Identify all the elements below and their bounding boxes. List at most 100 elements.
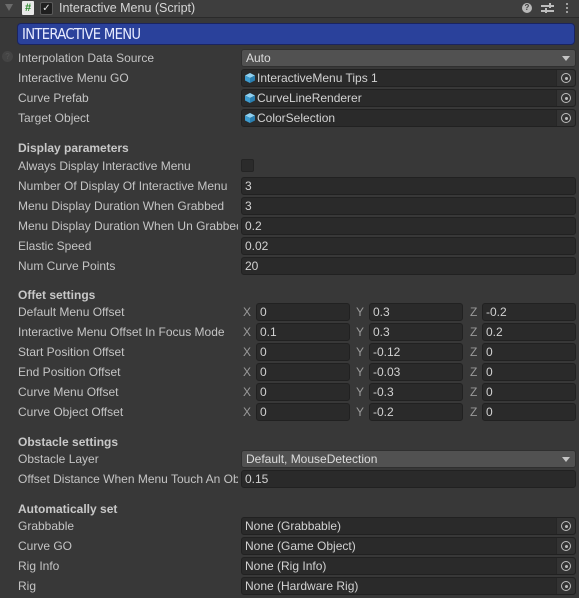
z-input[interactable]: 0 <box>482 403 576 421</box>
object-picker-button[interactable] <box>556 538 575 554</box>
object-picker-button[interactable] <box>556 90 575 106</box>
axis-label-z: Z <box>470 405 478 419</box>
curve-go-field[interactable]: None (Game Object) <box>241 537 576 555</box>
vector3-row: Default Menu Offset X 0 Y 0.3 Z -0.2 <box>0 303 579 321</box>
input-value: 3 <box>245 179 252 193</box>
object-picker-button[interactable] <box>556 110 575 126</box>
input-value: 3 <box>245 199 252 213</box>
input-value: 0.15 <box>245 472 269 486</box>
vector3-row: End Position Offset X 0 Y -0.03 Z 0 <box>0 363 579 381</box>
offset-distance-input[interactable]: 0.15 <box>241 470 576 488</box>
y-input[interactable]: -0.2 <box>369 403 463 421</box>
input-value: 0 <box>260 305 267 319</box>
context-menu-icon[interactable] <box>566 2 569 14</box>
num-curve-points-input[interactable]: 20 <box>241 257 576 275</box>
x-input[interactable]: 0 <box>256 343 350 361</box>
z-input[interactable]: 0.2 <box>482 323 576 341</box>
dropdown-value: Auto <box>246 51 271 65</box>
axis-label-x: X <box>243 305 252 319</box>
axis-label-z: Z <box>470 345 478 359</box>
input-value: 0 <box>260 385 267 399</box>
interactive-menu-go-field[interactable]: InteractiveMenu Tips 1 <box>241 69 576 87</box>
y-input[interactable]: 0.3 <box>369 323 463 341</box>
target-object-field[interactable]: ColorSelection <box>241 109 576 127</box>
target-icon <box>561 541 571 551</box>
input-value: 0 <box>486 345 493 359</box>
elastic-speed-input[interactable]: 0.02 <box>241 237 576 255</box>
rig-info-field[interactable]: None (Rig Info) <box>241 557 576 575</box>
object-picker-button[interactable] <box>556 518 575 534</box>
input-value: 0.3 <box>373 305 390 319</box>
section-banner: INTERACTIVE MENU <box>17 23 575 45</box>
field-label: Curve Menu Offset <box>18 385 119 399</box>
object-picker-button[interactable] <box>556 70 575 86</box>
z-input[interactable]: 0 <box>482 363 576 381</box>
z-input[interactable]: 0 <box>482 383 576 401</box>
foldout-arrow-icon[interactable] <box>5 4 13 11</box>
input-value: 0.02 <box>245 239 269 253</box>
object-value: CurveLineRenderer <box>257 91 362 105</box>
z-input[interactable]: 0 <box>482 343 576 361</box>
input-value: 0 <box>260 365 267 379</box>
preset-icon[interactable] <box>541 2 554 14</box>
always-display-checkbox[interactable] <box>241 159 254 172</box>
y-input[interactable]: 0.3 <box>369 303 463 321</box>
field-label: Menu Display Duration When Grabbed <box>18 199 225 213</box>
object-picker-button[interactable] <box>556 578 575 594</box>
object-value: None (Game Object) <box>245 539 356 553</box>
target-icon <box>561 581 571 591</box>
target-icon <box>561 73 571 83</box>
help-icon[interactable]: ? <box>522 3 532 13</box>
input-value: -0.3 <box>373 385 394 399</box>
input-value: 0.2 <box>245 219 262 233</box>
axis-label-x: X <box>243 345 252 359</box>
number-field-row: Menu Display Duration When Grabbed 3 <box>0 197 579 215</box>
interpolation-dropdown[interactable]: Auto <box>241 49 576 67</box>
z-input[interactable]: -0.2 <box>482 303 576 321</box>
duration-grabbed-input[interactable]: 3 <box>241 197 576 215</box>
axis-label-y: Y <box>356 385 365 399</box>
duration-ungrabbed-input[interactable]: 0.2 <box>241 217 576 235</box>
object-value: None (Rig Info) <box>245 559 327 573</box>
grabbable-field[interactable]: None (Grabbable) <box>241 517 576 535</box>
axis-label-y: Y <box>356 365 365 379</box>
x-input[interactable]: 0 <box>256 303 350 321</box>
x-input[interactable]: 0 <box>256 383 350 401</box>
field-label: Menu Display Duration When Un Grabbed <box>18 219 238 233</box>
target-icon <box>561 113 571 123</box>
field-label: Target Object <box>18 111 90 125</box>
y-input[interactable]: -0.12 <box>369 343 463 361</box>
field-label: Rig <box>18 579 37 593</box>
prefab-cube-icon <box>245 113 255 123</box>
input-value: 0 <box>486 385 493 399</box>
x-input[interactable]: 0.1 <box>256 323 350 341</box>
input-value: 0 <box>260 405 267 419</box>
field-label: Curve Prefab <box>18 91 89 105</box>
obstacle-layer-dropdown[interactable]: Default, MouseDetection <box>241 450 576 468</box>
object-picker-button[interactable] <box>556 558 575 574</box>
section-header-display: Display parameters <box>18 141 129 155</box>
number-field-row: Menu Display Duration When Un Grabbed 0.… <box>0 217 579 235</box>
field-label: Interpolation Data Source <box>18 51 155 65</box>
axis-label-x: X <box>243 325 252 339</box>
rig-field[interactable]: None (Hardware Rig) <box>241 577 576 595</box>
curve-prefab-field[interactable]: CurveLineRenderer <box>241 89 576 107</box>
field-label: Default Menu Offset <box>18 305 125 319</box>
input-value: -0.03 <box>373 365 401 379</box>
number-of-display-input[interactable]: 3 <box>241 177 576 195</box>
component-enabled-checkbox[interactable]: ✓ <box>40 2 53 15</box>
y-input[interactable]: -0.03 <box>369 363 463 381</box>
x-input[interactable]: 0 <box>256 403 350 421</box>
x-input[interactable]: 0 <box>256 363 350 381</box>
field-label: Curve Object Offset <box>18 405 124 419</box>
axis-label-x: X <box>243 365 252 379</box>
field-label: Offset Distance When Menu Touch An Obsta… <box>18 472 238 486</box>
object-value: InteractiveMenu Tips 1 <box>257 71 378 85</box>
section-header-auto: Automatically set <box>18 502 118 516</box>
number-field-row: Elastic Speed 0.02 <box>0 237 579 255</box>
y-input[interactable]: -0.3 <box>369 383 463 401</box>
component-header: # ✓ Interactive Menu (Script) ? <box>0 0 579 18</box>
field-label: Grabbable <box>18 519 75 533</box>
chevron-down-icon <box>562 56 570 61</box>
input-value: 0.2 <box>486 325 503 339</box>
